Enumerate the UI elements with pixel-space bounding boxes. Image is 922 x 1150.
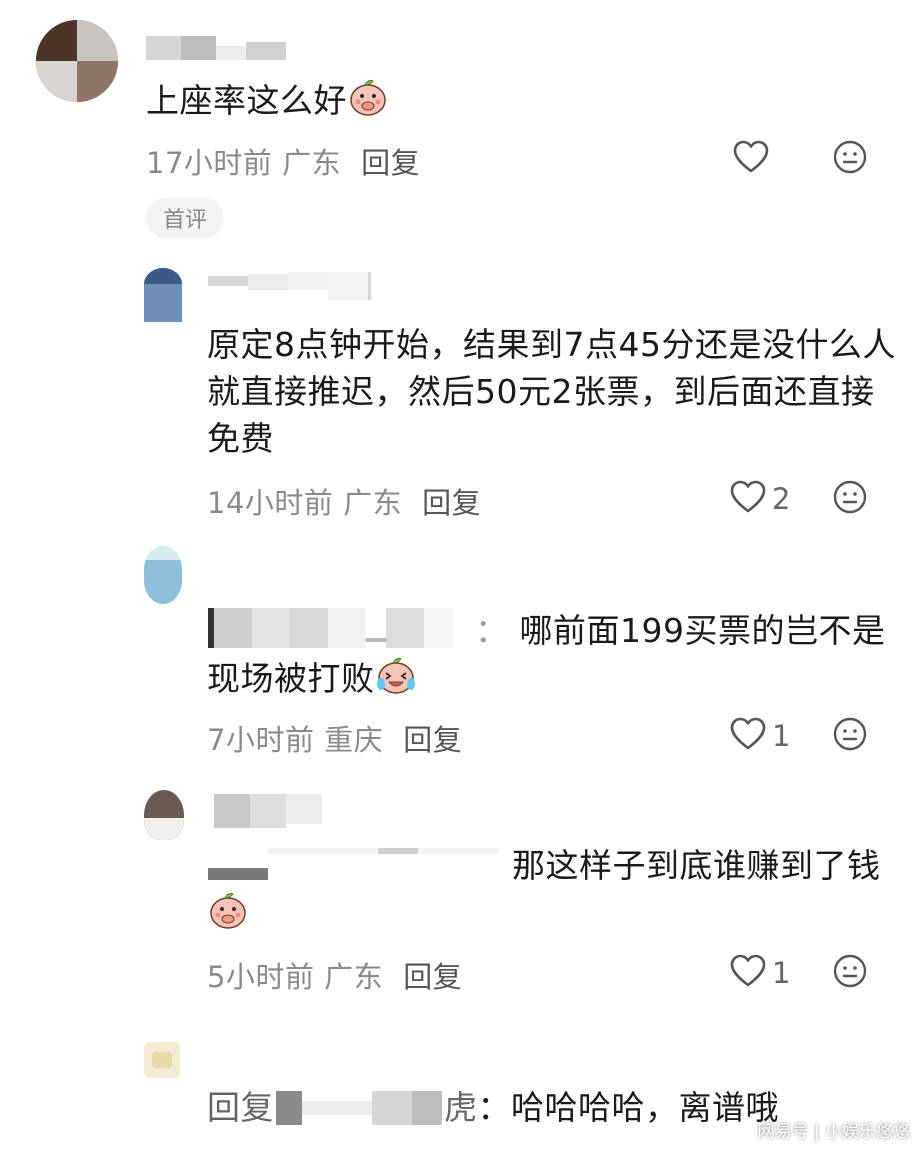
comment-location: 广东 — [324, 960, 384, 994]
user-avatar[interactable] — [144, 790, 184, 840]
comment-location: 重庆 — [324, 723, 384, 757]
like-count: 1 — [772, 956, 791, 990]
heart-outline-icon — [730, 480, 766, 518]
comment-location: 广东 — [343, 486, 403, 520]
neutral-face-icon — [833, 480, 867, 518]
reply-button[interactable]: 回复 — [422, 486, 481, 520]
comment-text: 哈哈哈哈，离谱哦 — [511, 1088, 779, 1127]
user-avatar[interactable] — [144, 268, 182, 322]
neutral-face-icon — [833, 140, 867, 178]
comment-meta: 7小时前 重庆 回复 — [207, 717, 462, 759]
like-button[interactable]: 1 — [730, 954, 790, 992]
like-button[interactable]: 2 — [730, 480, 790, 518]
comment-location: 广东 — [282, 146, 342, 180]
comment-time: 17小时前 — [146, 146, 273, 180]
comment-meta: 14小时前 广东 回复 — [207, 480, 481, 522]
comment-time: 7小时前 — [207, 723, 315, 757]
comment-text: 哪前面199买票的岂不是现场被打败 — [207, 611, 886, 698]
peach-crying-laughing-emoji — [375, 654, 417, 708]
comment-meta: 5小时前 广东 回复 — [207, 954, 462, 996]
reply-target-blurred — [276, 1091, 442, 1125]
comment-separator: ： — [477, 1088, 511, 1127]
first-comment-badge: 首评 — [146, 198, 224, 238]
user-avatar[interactable] — [144, 546, 182, 604]
like-button[interactable] — [733, 140, 769, 178]
heart-outline-icon — [733, 140, 769, 178]
peach-covering-mouth-emoji — [347, 76, 389, 130]
reply-prefix: 回复 — [207, 1088, 274, 1127]
comment-text: 上座率这么好 — [146, 81, 347, 120]
username-blurred[interactable] — [214, 794, 322, 828]
user-avatar[interactable] — [144, 1042, 180, 1078]
dislike-button[interactable] — [833, 717, 867, 755]
heart-outline-icon — [730, 954, 766, 992]
reply-button[interactable]: 回复 — [361, 146, 420, 180]
peach-covering-mouth-emoji — [207, 889, 249, 943]
like-button[interactable]: 1 — [730, 717, 790, 755]
comment-meta: 17小时前 广东 回复 — [146, 140, 420, 182]
user-avatar[interactable] — [36, 20, 118, 102]
username-blurred[interactable] — [208, 272, 371, 300]
comment-text: 原定8点钟开始，结果到7点45分还是没什么人就直接推迟，然后50元2张票，到后面… — [207, 325, 896, 458]
reply-button[interactable]: 回复 — [403, 723, 462, 757]
like-count: 2 — [772, 482, 791, 516]
neutral-face-icon — [833, 954, 867, 992]
username-blurred[interactable] — [146, 36, 286, 60]
comment-separator: ： — [475, 611, 509, 650]
neutral-face-icon — [833, 717, 867, 755]
dislike-button[interactable] — [833, 480, 867, 518]
dislike-button[interactable] — [833, 954, 867, 992]
comment-time: 5小时前 — [207, 960, 315, 994]
dislike-button[interactable] — [833, 140, 867, 178]
reply-prefix-end: 虎 — [444, 1088, 478, 1127]
watermark-text: 网易号 | 小娱乐悠悠 — [757, 1122, 910, 1142]
comment-time: 14小时前 — [207, 486, 334, 520]
like-count: 1 — [772, 719, 791, 753]
comment-text: 那这样子到底谁赚到了钱 — [512, 846, 881, 885]
reply-button[interactable]: 回复 — [403, 960, 462, 994]
heart-outline-icon — [730, 717, 766, 755]
